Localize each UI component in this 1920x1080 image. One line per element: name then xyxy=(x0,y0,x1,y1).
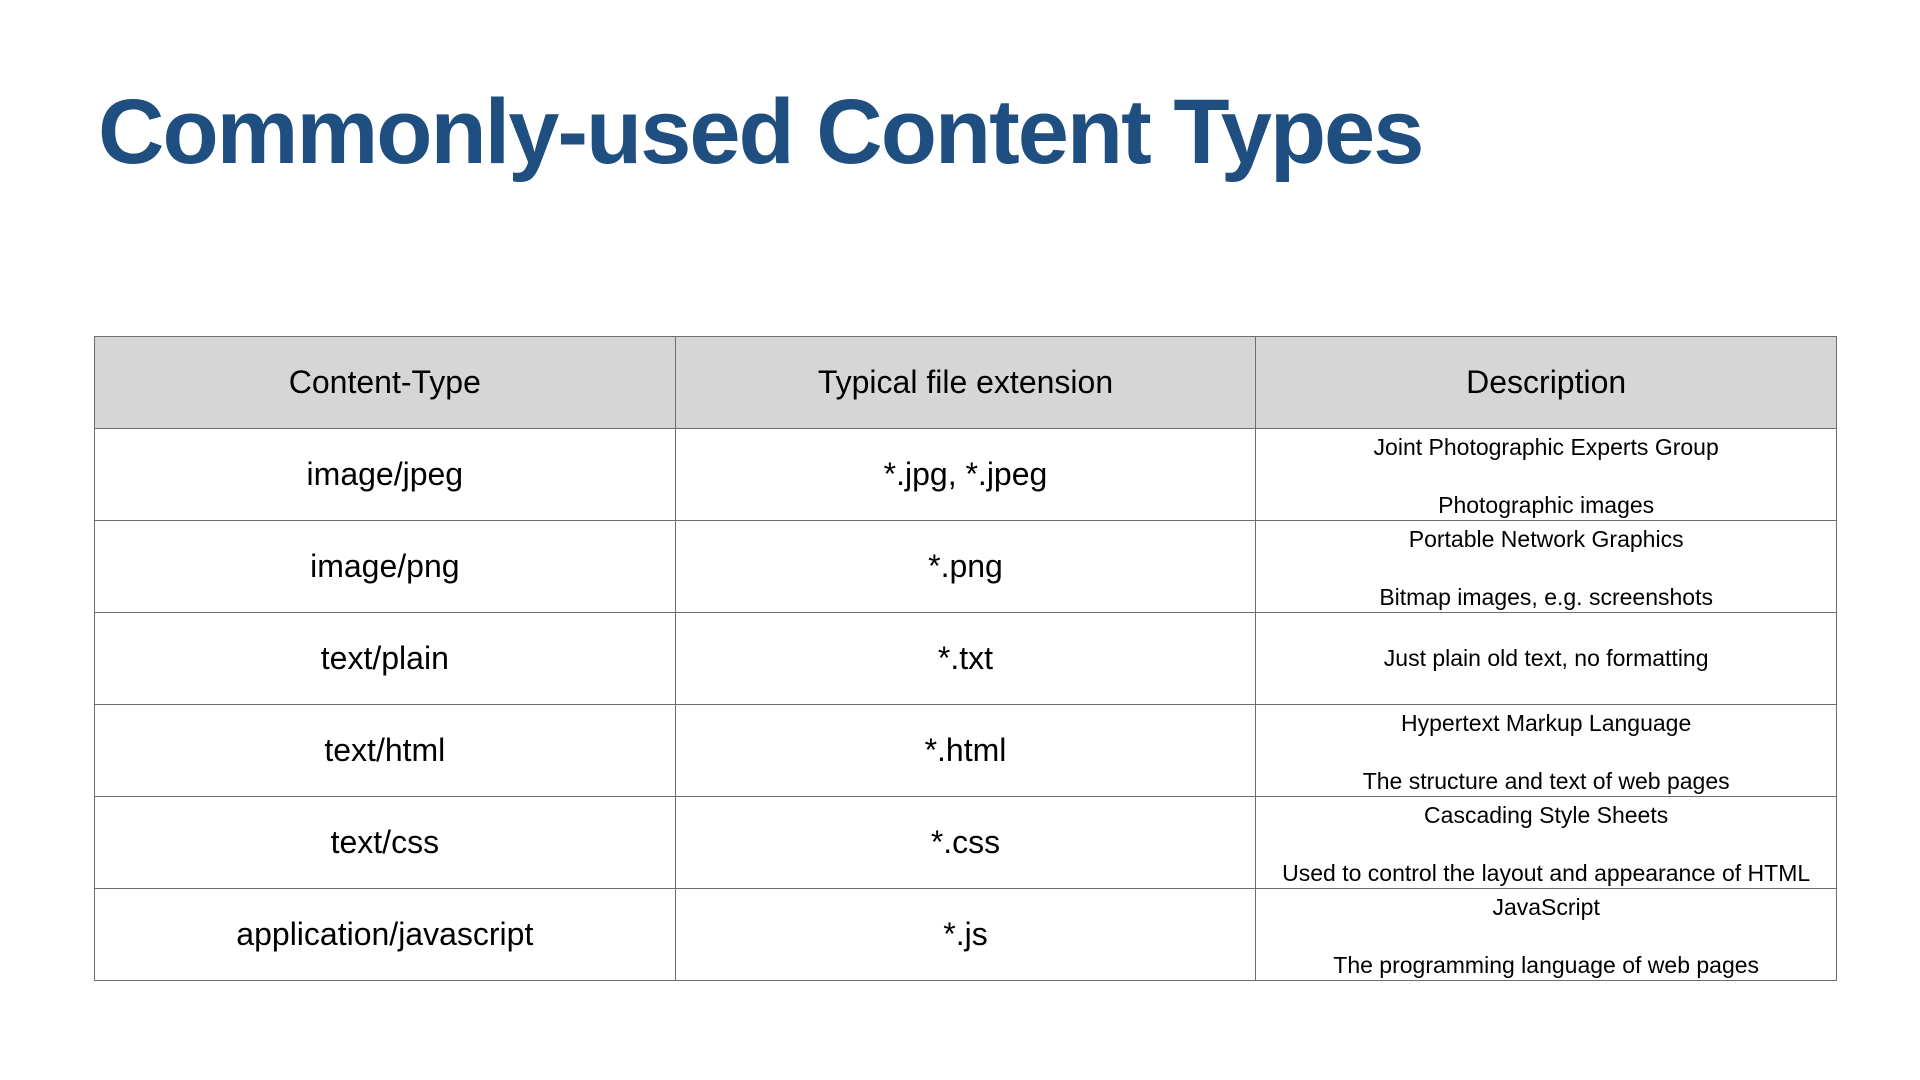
description-detail: Bitmap images, e.g. screenshots xyxy=(1379,584,1713,611)
description-detail: Used to control the layout and appearanc… xyxy=(1282,860,1811,887)
description-cell: Cascading Style Sheets Used to control t… xyxy=(1255,796,1837,889)
table-row: image/png *.png Portable Network Graphic… xyxy=(94,520,1837,613)
description-cell: Hypertext Markup Language The structure … xyxy=(1255,704,1837,797)
extension-cell: *.css xyxy=(674,796,1257,889)
extension-cell: *.html xyxy=(674,704,1257,797)
table-header-row: Content-Type Typical file extension Desc… xyxy=(94,336,1837,429)
description-detail: The structure and text of web pages xyxy=(1362,768,1730,795)
header-description: Description xyxy=(1255,336,1837,429)
content-type-cell: image/jpeg xyxy=(94,428,676,521)
content-type-cell: text/plain xyxy=(94,612,676,705)
description-cell: Just plain old text, no formatting xyxy=(1255,612,1837,705)
description-cell: JavaScript The programming language of w… xyxy=(1255,888,1837,981)
extension-cell: *.js xyxy=(674,888,1257,981)
table-row: text/html *.html Hypertext Markup Langua… xyxy=(94,704,1837,797)
table-row: image/jpeg *.jpg, *.jpeg Joint Photograp… xyxy=(94,428,1837,521)
description-cell: Joint Photographic Experts Group Photogr… xyxy=(1255,428,1837,521)
extension-cell: *.png xyxy=(674,520,1257,613)
table-row: text/plain *.txt Just plain old text, no… xyxy=(94,612,1837,705)
description-title: Just plain old text, no formatting xyxy=(1383,645,1709,672)
content-type-cell: text/html xyxy=(94,704,676,797)
description-title: Portable Network Graphics xyxy=(1408,526,1684,552)
description-detail: The programming language of web pages xyxy=(1333,952,1760,979)
content-type-cell: application/javascript xyxy=(94,888,676,981)
description-cell: Portable Network Graphics Bitmap images,… xyxy=(1255,520,1837,613)
table-row: text/css *.css Cascading Style Sheets Us… xyxy=(94,796,1837,889)
slide-title: Commonly-used Content Types xyxy=(98,81,1424,183)
description-title: Joint Photographic Experts Group xyxy=(1373,434,1719,460)
extension-cell: *.jpg, *.jpeg xyxy=(674,428,1257,521)
description-title: JavaScript xyxy=(1492,894,1600,920)
table-row: application/javascript *.js JavaScript T… xyxy=(94,888,1837,981)
extension-cell: *.txt xyxy=(674,612,1257,705)
description-detail: Photographic images xyxy=(1438,492,1655,519)
content-type-cell: image/png xyxy=(94,520,676,613)
content-types-table: Content-Type Typical file extension Desc… xyxy=(94,336,1837,981)
description-title: Hypertext Markup Language xyxy=(1401,710,1692,736)
header-content-type: Content-Type xyxy=(94,336,676,429)
content-type-cell: text/css xyxy=(94,796,676,889)
header-file-extension: Typical file extension xyxy=(674,336,1257,429)
description-title: Cascading Style Sheets xyxy=(1424,802,1669,828)
